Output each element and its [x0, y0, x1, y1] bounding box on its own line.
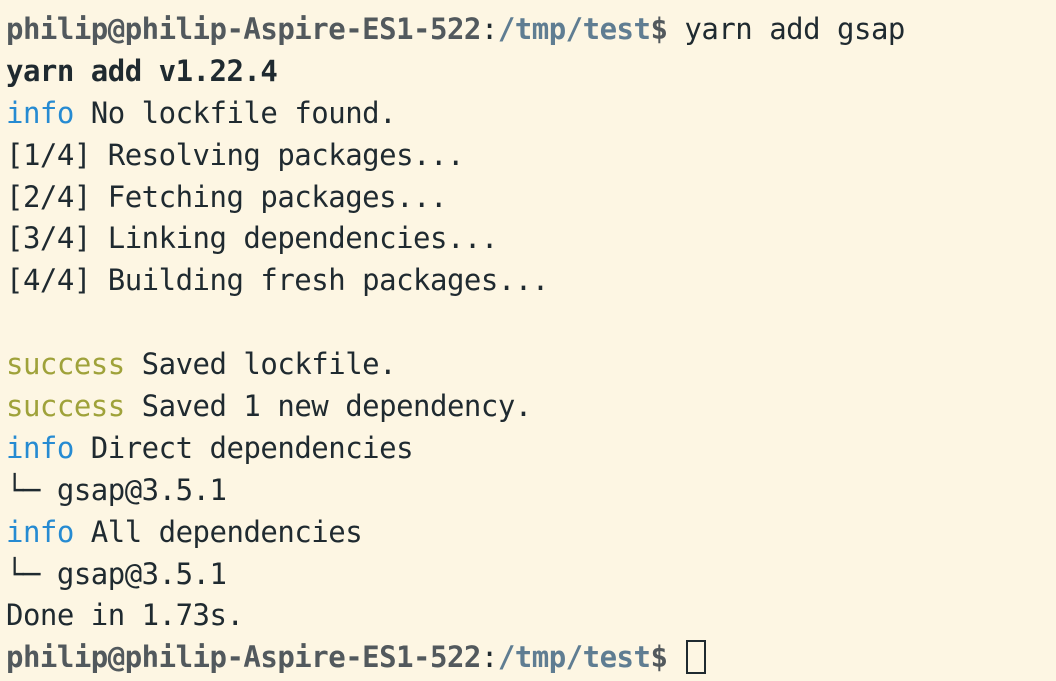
prompt-user-host: philip@philip-Aspire-ES1-522: [6, 640, 481, 675]
direct-dependency-tree-item: └─ gsap@3.5.1: [6, 472, 227, 507]
output-line-saved-dependency: success Saved 1 new dependency.: [6, 386, 1056, 428]
done-line: Done in 1.73s.: [6, 598, 244, 633]
output-line-no-lockfile: info No lockfile found.: [6, 93, 1056, 135]
all-dependency-tree-item: └─ gsap@3.5.1: [6, 556, 227, 591]
info-keyword: info: [6, 430, 74, 465]
info-keyword: info: [6, 95, 74, 130]
all-dependencies-text: All dependencies: [73, 514, 363, 549]
step-building: [4/4] Building fresh packages...: [6, 263, 549, 298]
saved-dependency-text: Saved 1 new dependency.: [124, 389, 533, 424]
output-line-all-dependencies: info All dependencies: [6, 512, 1056, 554]
yarn-header: yarn add v1.22.4: [6, 53, 278, 88]
block-cursor-icon[interactable]: [686, 640, 707, 675]
success-keyword: success: [6, 389, 125, 424]
no-lockfile-text: No lockfile found.: [73, 95, 397, 130]
command-text: yarn add gsap: [667, 12, 905, 46]
info-keyword: info: [6, 514, 74, 549]
prompt-dollar: $: [650, 12, 668, 46]
command-line: philip@philip-Aspire-ES1-522:/tmp/test$ …: [6, 9, 1056, 51]
output-line-saved-lockfile: success Saved lockfile.: [6, 344, 1056, 386]
prompt-dollar: $: [650, 640, 668, 675]
prompt-user-host: philip@philip-Aspire-ES1-522: [6, 12, 481, 46]
output-line-direct-dependencies: info Direct dependencies: [6, 428, 1056, 470]
direct-dependencies-text: Direct dependencies: [73, 430, 414, 465]
prompt-path: /tmp/test: [497, 12, 651, 46]
prompt-separator: :: [480, 12, 498, 46]
prompt-separator: :: [480, 640, 498, 675]
prompt-line-active[interactable]: philip@philip-Aspire-ES1-522:/tmp/test$: [6, 637, 1056, 679]
success-keyword: success: [6, 347, 125, 382]
step-linking: [3/4] Linking dependencies...: [6, 221, 498, 256]
terminal-window[interactable]: philip@philip-Aspire-ES1-522:/tmp/test$ …: [0, 0, 1056, 681]
step-resolving: [1/4] Resolving packages...: [6, 137, 464, 172]
prompt-path: /tmp/test: [497, 640, 651, 675]
step-fetching: [2/4] Fetching packages...: [6, 179, 447, 214]
saved-lockfile-text: Saved lockfile.: [124, 347, 397, 382]
